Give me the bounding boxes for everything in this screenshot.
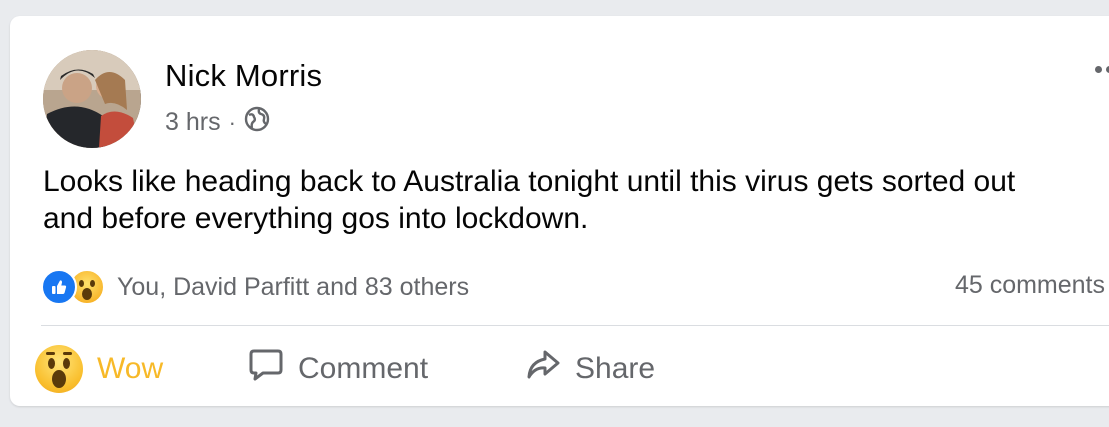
globe-icon (244, 106, 270, 139)
divider (41, 325, 1109, 326)
comments-count[interactable]: 45 comments (955, 271, 1105, 300)
wow-icon (35, 344, 83, 393)
reaction-summary[interactable]: You, David Parfitt and 83 others (41, 269, 469, 305)
like-icon (41, 269, 77, 305)
comment-icon (248, 348, 284, 390)
wow-reaction-button[interactable]: Wow (35, 336, 163, 401)
share-icon (525, 349, 561, 389)
post-timestamp[interactable]: 3 hrs (165, 108, 221, 137)
avatar-photo (43, 50, 141, 148)
share-button[interactable]: Share (525, 336, 655, 401)
post-meta: 3 hrs · (165, 106, 270, 139)
comment-label: Comment (298, 351, 429, 385)
action-bar: Wow Comment Share (35, 336, 1109, 401)
author-name[interactable]: Nick Morris (165, 58, 322, 94)
post-text: Looks like heading back to Australia ton… (43, 165, 1016, 235)
meta-separator: · (228, 109, 236, 135)
more-options-icon[interactable] (1095, 66, 1109, 73)
post-card: Nick Morris 3 hrs · Looks like heading b… (10, 16, 1109, 406)
author-avatar[interactable] (43, 50, 141, 148)
share-label: Share (575, 351, 656, 385)
comment-button[interactable]: Comment (248, 336, 428, 401)
wow-label: Wow (97, 351, 164, 385)
reaction-names[interactable]: You, David Parfitt and 83 others (117, 273, 469, 302)
